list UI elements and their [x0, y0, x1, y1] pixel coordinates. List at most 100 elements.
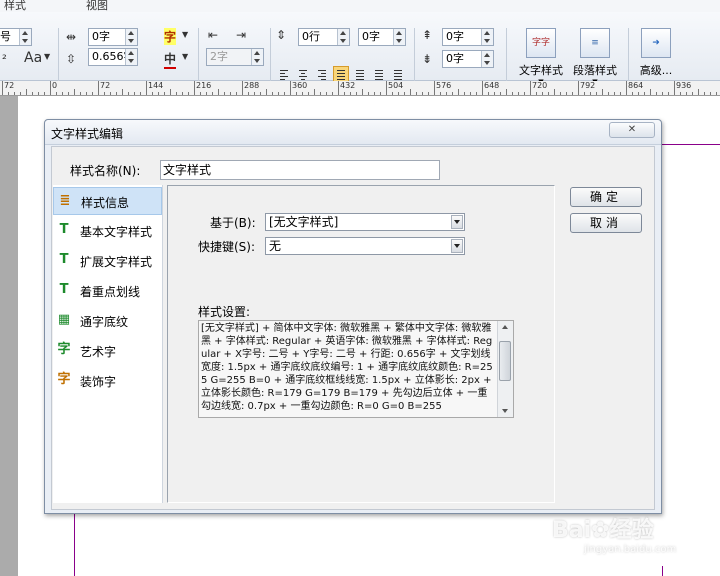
space-before-icon: ⇞ [422, 28, 433, 42]
para-style-button[interactable]: ≡ 段落样式 ▼ [568, 28, 622, 86]
category-item-extended-text[interactable]: T 扩展文字样式 [53, 247, 162, 275]
ruler-tick [248, 92, 249, 95]
line-spacing-spin[interactable]: 0字 [358, 28, 406, 46]
align-left-icon[interactable] [276, 66, 292, 82]
style-info-panel: 基于(B): [无文字样式] 快捷键(S): 无 样式设置: [无文字样式] +… [167, 185, 555, 503]
shortcut-select[interactable]: 无 [265, 237, 465, 255]
category-item-style-info[interactable]: ≣ 样式信息 [53, 187, 162, 215]
ruler-tick [650, 89, 651, 95]
settings-label: 样式设置: [198, 305, 251, 319]
ruler-tick [542, 92, 543, 95]
char-spacing-spin[interactable]: 0字 [88, 28, 138, 46]
char-style-label: 文字样式 [519, 64, 563, 77]
category-item-art-text[interactable]: 字 艺术字 [53, 337, 162, 365]
scroll-up-icon[interactable] [502, 325, 508, 329]
spin-arrows-icon[interactable] [125, 29, 137, 45]
align-justify-icon[interactable] [333, 66, 349, 82]
horizontal-ruler[interactable]: 72 0 72 144 216 288 360 432 504 576 648 720 792 864 93… [0, 81, 720, 96]
ruler-tick [152, 92, 153, 95]
para-style-icon: ≡ [580, 28, 610, 58]
ruler-tick [68, 92, 69, 95]
ruler-tick [314, 89, 315, 95]
spin-arrows-icon[interactable] [337, 29, 349, 45]
ruler-tick [578, 81, 579, 95]
category-item-emphasis-underline[interactable]: T 着重点划线 [53, 277, 162, 305]
space-before-spin[interactable]: 0字 [442, 28, 494, 46]
char-style-button[interactable]: 字字 文字样式 ▼ [514, 28, 568, 86]
category-label: 基本文字样式 [80, 225, 153, 239]
spin-arrows-icon[interactable] [125, 49, 137, 65]
indent-right-icon[interactable]: ⇥ [236, 28, 246, 42]
font-size-spin[interactable]: 号 [0, 28, 32, 46]
ruler-tick [422, 92, 423, 95]
ruler-tick [686, 92, 687, 95]
ruler-tick [626, 81, 627, 95]
style-info-icon: ≣ [59, 193, 71, 208]
ruler-tick [614, 92, 615, 95]
chevron-down-icon[interactable]: ▼ [182, 30, 188, 39]
ruler-tick [362, 89, 363, 95]
indent-left-icon[interactable]: ⇤ [208, 28, 218, 42]
ruler-tick [590, 92, 591, 95]
ribbon-toolbar: 号 ² Aa ▼ ⇹ 0字 ⇳ 0.656字 字 ▼ 中 ▼ ⇤ ⇥ 2字 ⇕ … [0, 12, 720, 88]
dialog-titlebar[interactable] [45, 120, 661, 145]
ruler-tick [140, 92, 141, 95]
ruler-tick [44, 92, 45, 95]
ruler-tick [158, 92, 159, 95]
spin-arrows-icon[interactable] [481, 29, 493, 45]
scroll-down-icon[interactable] [502, 409, 508, 413]
chevron-down-icon[interactable] [451, 215, 463, 229]
space-after-spin[interactable]: 0字 [442, 50, 494, 68]
category-item-basic-text[interactable]: T 基本文字样式 [53, 217, 162, 245]
ruler-tick [266, 89, 267, 95]
ruler-tick [668, 92, 669, 95]
align-right-icon[interactable] [314, 66, 330, 82]
category-item-decorative-text[interactable]: 字 装饰字 [53, 367, 162, 395]
superscript-size-icon[interactable]: ² [2, 52, 7, 66]
category-label: 装饰字 [80, 375, 117, 389]
char-width-spin[interactable]: 0.656字 [88, 48, 138, 66]
ruler-tick [296, 92, 297, 95]
ribbon-separator [506, 28, 507, 88]
chevron-down-icon[interactable]: ▼ [44, 52, 50, 61]
ruler-tick [254, 92, 255, 95]
ruler-tick [170, 89, 171, 95]
line-spin[interactable]: 0行 [298, 28, 350, 46]
ok-button[interactable]: 确定 [570, 187, 642, 207]
ruler-tick [86, 92, 87, 95]
based-on-select[interactable]: [无文字样式] [265, 213, 465, 231]
category-item-char-shading[interactable]: ▦ 通字底纹 [53, 307, 162, 335]
ruler-tick [164, 92, 165, 95]
font-color-button[interactable]: 中 [164, 50, 177, 69]
ruler-label: 576 [436, 81, 452, 90]
ruler-label: 792 [580, 81, 596, 90]
spin-arrows-icon[interactable] [393, 29, 405, 45]
chevron-down-icon[interactable] [451, 239, 463, 253]
category-label: 通字底纹 [80, 315, 129, 329]
ruler-tick [560, 92, 561, 95]
ruler-tick [182, 92, 183, 95]
ruler-tick [272, 92, 273, 95]
ruler-tick [146, 81, 147, 95]
style-settings-textbox[interactable]: [无文字样式] + 简体中文字体: 微软雅黑 + 繁体中文字体: 微软雅黑 + … [198, 320, 514, 418]
ruler-tick [236, 92, 237, 95]
style-name-input[interactable]: 文字样式 [160, 160, 440, 180]
ruler-tick [446, 92, 447, 95]
spin-arrows-icon[interactable] [19, 29, 31, 45]
cancel-button[interactable]: 取消 [570, 213, 642, 233]
advanced-button[interactable]: ➜ 高级... [634, 28, 678, 78]
align-center-icon[interactable] [295, 66, 311, 82]
text-highlight-button[interactable]: 字 [164, 28, 177, 45]
settings-scrollbar[interactable] [497, 321, 513, 417]
align-grid-icon[interactable] [390, 66, 406, 82]
ruler-tick [98, 81, 99, 95]
scroll-thumb[interactable] [499, 341, 511, 381]
align-distribute-icon[interactable] [352, 66, 368, 82]
close-button[interactable]: ✕ [609, 122, 655, 138]
chevron-down-icon[interactable]: ▼ [182, 52, 188, 61]
align-full-icon[interactable] [371, 66, 387, 82]
ruler-tick [692, 92, 693, 95]
ruler-tick [554, 89, 555, 95]
change-case-button[interactable]: Aa [24, 50, 42, 66]
spin-arrows-icon[interactable] [481, 51, 493, 67]
